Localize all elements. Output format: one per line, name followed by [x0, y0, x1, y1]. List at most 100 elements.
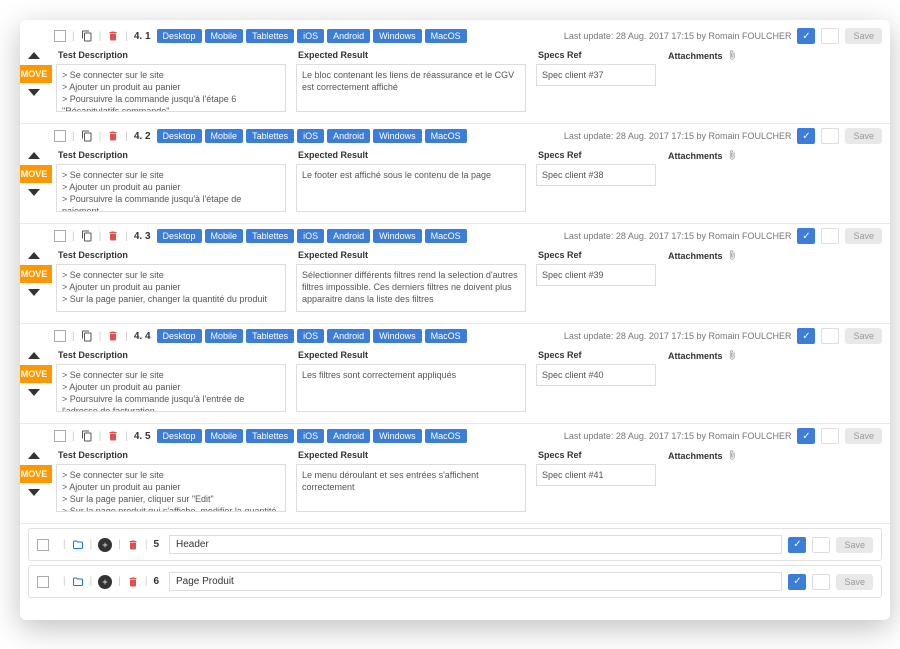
platform-tag[interactable]: MacOS	[425, 429, 467, 443]
expected-result-input[interactable]: Les filtres sont correctement appliqués	[296, 364, 526, 412]
platform-tag[interactable]: Mobile	[205, 229, 244, 243]
trash-icon[interactable]	[127, 539, 139, 551]
trash-icon[interactable]	[107, 330, 119, 342]
move-button[interactable]: MOVE	[20, 365, 52, 383]
add-icon[interactable]	[98, 538, 112, 552]
trash-icon[interactable]	[107, 30, 119, 42]
platform-tag[interactable]: Desktop	[157, 429, 202, 443]
copy-icon[interactable]	[81, 30, 93, 42]
copy-icon[interactable]	[81, 330, 93, 342]
status-toggle[interactable]	[821, 228, 839, 244]
platform-tag[interactable]: Mobile	[205, 129, 244, 143]
platform-tag[interactable]: Desktop	[157, 229, 202, 243]
platform-tag[interactable]: MacOS	[425, 329, 467, 343]
paperclip-icon[interactable]	[727, 50, 737, 62]
save-button[interactable]: Save	[836, 537, 873, 553]
save-button[interactable]: Save	[845, 328, 882, 344]
status-check[interactable]: ✓	[797, 128, 815, 144]
status-check[interactable]: ✓	[797, 428, 815, 444]
select-checkbox[interactable]	[54, 130, 66, 142]
platform-tag[interactable]: Windows	[373, 329, 422, 343]
platform-tag[interactable]: MacOS	[425, 129, 467, 143]
copy-icon[interactable]	[81, 430, 93, 442]
move-button[interactable]: MOVE	[20, 265, 52, 283]
status-check[interactable]: ✓	[788, 574, 806, 590]
platform-tag[interactable]: Mobile	[205, 29, 244, 43]
select-checkbox[interactable]	[54, 330, 66, 342]
test-description-input[interactable]: > Se connecter sur le site > Ajouter un …	[56, 464, 286, 512]
specs-ref-input[interactable]: Spec client #37	[536, 64, 656, 86]
platform-tag[interactable]: Desktop	[157, 29, 202, 43]
select-checkbox[interactable]	[37, 539, 49, 551]
platform-tag[interactable]: Android	[327, 229, 370, 243]
section-title-input[interactable]	[169, 572, 782, 591]
paperclip-icon[interactable]	[727, 350, 737, 362]
save-button[interactable]: Save	[836, 574, 873, 590]
add-icon[interactable]	[98, 575, 112, 589]
trash-icon[interactable]	[107, 130, 119, 142]
platform-tag[interactable]: Tablettes	[246, 129, 294, 143]
status-toggle[interactable]	[821, 128, 839, 144]
move-button[interactable]: MOVE	[20, 165, 52, 183]
status-toggle[interactable]	[812, 574, 830, 590]
test-description-input[interactable]: > Se connecter sur le site > Ajouter un …	[56, 64, 286, 112]
move-button[interactable]: MOVE	[20, 465, 52, 483]
move-down-icon[interactable]	[28, 389, 40, 396]
save-button[interactable]: Save	[845, 428, 882, 444]
trash-icon[interactable]	[127, 576, 139, 588]
platform-tag[interactable]: Mobile	[205, 329, 244, 343]
platform-tag[interactable]: iOS	[297, 29, 324, 43]
platform-tag[interactable]: Mobile	[205, 429, 244, 443]
test-description-input[interactable]: > Se connecter sur le site > Ajouter un …	[56, 164, 286, 212]
platform-tag[interactable]: Android	[327, 129, 370, 143]
platform-tag[interactable]: iOS	[297, 129, 324, 143]
platform-tag[interactable]: Android	[327, 329, 370, 343]
save-button[interactable]: Save	[845, 28, 882, 44]
platform-tag[interactable]: Windows	[373, 29, 422, 43]
status-check[interactable]: ✓	[797, 328, 815, 344]
specs-ref-input[interactable]: Spec client #40	[536, 364, 656, 386]
platform-tag[interactable]: iOS	[297, 429, 324, 443]
test-description-input[interactable]: > Se connecter sur le site > Ajouter un …	[56, 264, 286, 312]
status-toggle[interactable]	[821, 328, 839, 344]
test-description-input[interactable]: > Se connecter sur le site > Ajouter un …	[56, 364, 286, 412]
specs-ref-input[interactable]: Spec client #38	[536, 164, 656, 186]
platform-tag[interactable]: iOS	[297, 329, 324, 343]
platform-tag[interactable]: Android	[327, 429, 370, 443]
platform-tag[interactable]: Tablettes	[246, 329, 294, 343]
move-up-icon[interactable]	[28, 352, 40, 359]
save-button[interactable]: Save	[845, 228, 882, 244]
platform-tag[interactable]: Tablettes	[246, 29, 294, 43]
copy-icon[interactable]	[81, 230, 93, 242]
platform-tag[interactable]: Desktop	[157, 329, 202, 343]
folder-icon[interactable]	[72, 576, 84, 588]
trash-icon[interactable]	[107, 230, 119, 242]
specs-ref-input[interactable]: Spec client #41	[536, 464, 656, 486]
expected-result-input[interactable]: Le footer est affiché sous le contenu de…	[296, 164, 526, 212]
copy-icon[interactable]	[81, 130, 93, 142]
move-button[interactable]: MOVE	[20, 65, 52, 83]
move-up-icon[interactable]	[28, 52, 40, 59]
select-checkbox[interactable]	[54, 230, 66, 242]
move-up-icon[interactable]	[28, 252, 40, 259]
platform-tag[interactable]: MacOS	[425, 229, 467, 243]
expected-result-input[interactable]: Le bloc contenant les liens de réassuran…	[296, 64, 526, 112]
status-check[interactable]: ✓	[788, 537, 806, 553]
move-up-icon[interactable]	[28, 152, 40, 159]
platform-tag[interactable]: Tablettes	[246, 229, 294, 243]
move-up-icon[interactable]	[28, 452, 40, 459]
platform-tag[interactable]: iOS	[297, 229, 324, 243]
move-down-icon[interactable]	[28, 189, 40, 196]
paperclip-icon[interactable]	[727, 250, 737, 262]
platform-tag[interactable]: Windows	[373, 429, 422, 443]
status-check[interactable]: ✓	[797, 28, 815, 44]
select-checkbox[interactable]	[54, 30, 66, 42]
select-checkbox[interactable]	[54, 430, 66, 442]
select-checkbox[interactable]	[37, 576, 49, 588]
platform-tag[interactable]: Windows	[373, 229, 422, 243]
expected-result-input[interactable]: Le menu déroulant et ses entrées s'affic…	[296, 464, 526, 512]
trash-icon[interactable]	[107, 430, 119, 442]
platform-tag[interactable]: Windows	[373, 129, 422, 143]
expected-result-input[interactable]: Sélectionner différents filtres rend la …	[296, 264, 526, 312]
paperclip-icon[interactable]	[727, 450, 737, 462]
